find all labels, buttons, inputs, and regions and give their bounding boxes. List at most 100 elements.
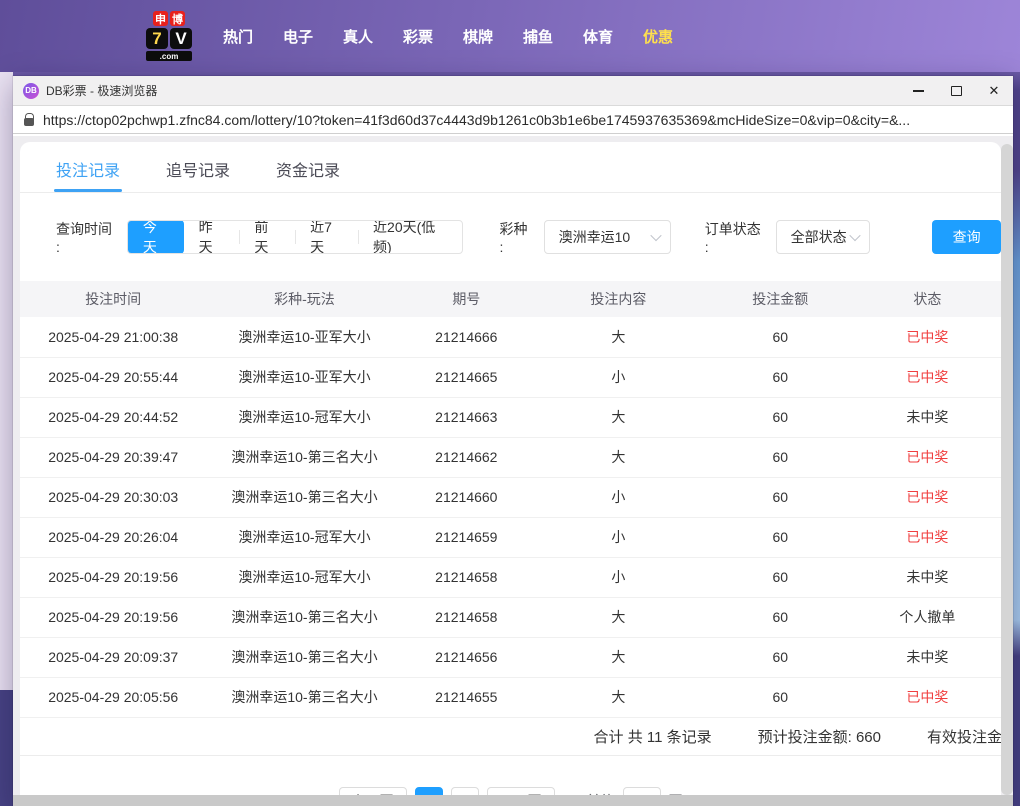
- window-titlebar: DB DB彩票 - 极速浏览器 ✕: [13, 76, 1013, 105]
- table-row: 2025-04-29 20:55:44澳洲幸运10-亚军大小21214665小6…: [20, 357, 1001, 397]
- table-cell: 澳洲幸运10-第三名大小: [206, 437, 402, 477]
- top-nav: 申 博 7 V .com 热门电子真人彩票棋牌捕鱼体育优惠: [0, 0, 1020, 72]
- table-cell: 大: [530, 397, 707, 437]
- nav-menu: 热门电子真人彩票棋牌捕鱼体育优惠: [208, 26, 688, 47]
- table-cell: 小: [530, 557, 707, 597]
- close-button[interactable]: ✕: [975, 76, 1013, 105]
- table-row: 2025-04-29 20:44:52澳洲幸运10-冠军大小21214663大6…: [20, 397, 1001, 437]
- time-option[interactable]: 前天: [239, 220, 295, 254]
- table-cell: 小: [530, 357, 707, 397]
- table-cell: 21214658: [403, 597, 531, 637]
- table-row: 2025-04-29 20:19:56澳洲幸运10-第三名大小21214658大…: [20, 597, 1001, 637]
- table-cell: 2025-04-29 20:05:56: [20, 677, 206, 717]
- browser-window: DB DB彩票 - 极速浏览器 ✕ https://ctop02pchwp1.z…: [13, 76, 1013, 806]
- table-row: 2025-04-29 20:26:04澳洲幸运10-冠军大小21214659小6…: [20, 517, 1001, 557]
- table-cell: 60: [707, 317, 854, 357]
- chevron-down-icon: [850, 230, 861, 241]
- bet-records-table: 投注时间彩种-玩法期号投注内容投注金额状态 2025-04-29 21:00:3…: [20, 281, 1001, 718]
- table-cell: 小: [530, 477, 707, 517]
- time-option[interactable]: 昨天: [184, 220, 240, 254]
- vertical-scrollbar[interactable]: [1001, 144, 1013, 795]
- table-cell: 澳洲幸运10-第三名大小: [206, 597, 402, 637]
- tab-资金记录[interactable]: 资金记录: [276, 157, 340, 192]
- table-cell: 2025-04-29 20:26:04: [20, 517, 206, 557]
- table-cell: 澳洲幸运10-第三名大小: [206, 677, 402, 717]
- minimize-icon: [913, 90, 924, 92]
- table-cell: 60: [707, 437, 854, 477]
- horizontal-scrollbar[interactable]: [13, 795, 1013, 806]
- lock-icon: [24, 118, 34, 126]
- summary-total: 合计 共 11 条记录: [594, 726, 712, 747]
- lottery-filter-label: 彩种 :: [499, 219, 533, 255]
- logo-char: 7: [146, 28, 168, 49]
- lottery-select[interactable]: 澳洲幸运10: [544, 220, 671, 254]
- maximize-button[interactable]: [937, 76, 975, 105]
- time-option[interactable]: 近7天: [295, 220, 358, 254]
- table-cell: 60: [707, 637, 854, 677]
- table-header-cell: 状态: [854, 281, 1001, 317]
- table-cell: 澳洲幸运10-亚军大小: [206, 317, 402, 357]
- page-content: 投注记录 追号记录 资金记录 查询时间 : 今天昨天前天近7天近20天(低频) 彩种…: [13, 136, 1013, 806]
- table-cell: 大: [530, 677, 707, 717]
- table-cell: 大: [530, 597, 707, 637]
- nav-item[interactable]: 真人: [328, 26, 388, 47]
- table-cell: 60: [707, 357, 854, 397]
- table-header-cell: 投注内容: [530, 281, 707, 317]
- nav-item[interactable]: 彩票: [388, 26, 448, 47]
- table-header: 投注时间彩种-玩法期号投注内容投注金额状态: [20, 281, 1001, 317]
- maximize-icon: [951, 86, 962, 96]
- table-cell: 60: [707, 397, 854, 437]
- tab-投注记录[interactable]: 投注记录: [56, 157, 120, 192]
- status-cell: 已中奖: [854, 437, 1001, 477]
- time-filter-label: 查询时间 :: [56, 219, 117, 255]
- nav-item[interactable]: 热门: [208, 26, 268, 47]
- time-option[interactable]: 近20天(低频): [358, 220, 462, 254]
- brand-logo[interactable]: 申 博 7 V .com: [146, 11, 192, 61]
- logo-domain: .com: [146, 51, 192, 61]
- table-cell: 澳洲幸运10-第三名大小: [206, 637, 402, 677]
- time-option[interactable]: 今天: [128, 220, 184, 254]
- status-cell: 已中奖: [854, 677, 1001, 717]
- table-cell: 21214659: [403, 517, 531, 557]
- nav-item[interactable]: 电子: [268, 26, 328, 47]
- table-cell: 60: [707, 477, 854, 517]
- table-cell: 2025-04-29 20:44:52: [20, 397, 206, 437]
- logo-row-mid: 7 V: [146, 28, 192, 49]
- minimize-button[interactable]: [899, 76, 937, 105]
- search-button[interactable]: 查询: [932, 220, 1001, 254]
- address-bar[interactable]: https://ctop02pchwp1.zfnc84.com/lottery/…: [13, 105, 1013, 134]
- table-row: 2025-04-29 20:09:37澳洲幸运10-第三名大小21214656大…: [20, 637, 1001, 677]
- lottery-select-value: 澳洲幸运10: [559, 227, 631, 247]
- time-filter-group: 今天昨天前天近7天近20天(低频): [127, 220, 464, 254]
- table-header-cell: 投注金额: [707, 281, 854, 317]
- table-cell: 澳洲幸运10-冠军大小: [206, 557, 402, 597]
- nav-item[interactable]: 优惠: [628, 26, 688, 47]
- nav-item[interactable]: 棋牌: [448, 26, 508, 47]
- table-row: 2025-04-29 21:00:38澳洲幸运10-亚军大小21214666大6…: [20, 317, 1001, 357]
- table-row: 2025-04-29 20:19:56澳洲幸运10-冠军大小21214658小6…: [20, 557, 1001, 597]
- chevron-down-icon: [650, 230, 661, 241]
- status-cell: 已中奖: [854, 517, 1001, 557]
- page-background-strip: [0, 72, 13, 690]
- table-cell: 2025-04-29 21:00:38: [20, 317, 206, 357]
- url-text[interactable]: https://ctop02pchwp1.zfnc84.com/lottery/…: [43, 112, 910, 128]
- status-cell: 已中奖: [854, 477, 1001, 517]
- table-cell: 大: [530, 317, 707, 357]
- table-cell: 澳洲幸运10-亚军大小: [206, 357, 402, 397]
- table-header-cell: 期号: [403, 281, 531, 317]
- records-card: 投注记录 追号记录 资金记录 查询时间 : 今天昨天前天近7天近20天(低频) 彩种…: [20, 142, 1001, 806]
- nav-item[interactable]: 捕鱼: [508, 26, 568, 47]
- table-row: 2025-04-29 20:30:03澳洲幸运10-第三名大小21214660小…: [20, 477, 1001, 517]
- table-cell: 2025-04-29 20:39:47: [20, 437, 206, 477]
- nav-item[interactable]: 体育: [568, 26, 628, 47]
- logo-char: 申: [153, 11, 168, 26]
- table-cell: 大: [530, 437, 707, 477]
- order-status-select[interactable]: 全部状态: [776, 220, 871, 254]
- table-cell: 2025-04-29 20:30:03: [20, 477, 206, 517]
- table-cell: 小: [530, 517, 707, 557]
- close-icon: ✕: [989, 84, 1000, 97]
- tab-追号记录[interactable]: 追号记录: [166, 157, 230, 192]
- favicon-icon: DB: [23, 83, 39, 99]
- table-cell: 21214655: [403, 677, 531, 717]
- table-cell: 21214662: [403, 437, 531, 477]
